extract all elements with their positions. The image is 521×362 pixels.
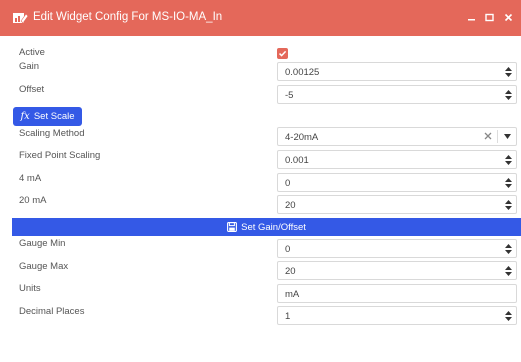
units-label: Units: [19, 283, 41, 294]
window-title: Edit Widget Config For MS-IO-MA_In: [33, 11, 223, 23]
spinner-icon[interactable]: [504, 198, 513, 212]
offset-input[interactable]: -5: [277, 85, 517, 104]
gauge-max-label: Gauge Max: [19, 261, 69, 272]
maximize-icon[interactable]: [481, 9, 497, 25]
scaling-method-label: Scaling Method: [19, 128, 85, 139]
fixed-point-scaling-label: Fixed Point Scaling: [19, 150, 101, 161]
decimal-places-value: 1: [285, 311, 291, 322]
spinner-icon[interactable]: [504, 176, 513, 190]
spinner-icon[interactable]: [504, 309, 513, 323]
spinner-icon[interactable]: [504, 153, 513, 167]
scaling-method-select[interactable]: 4-20mA: [277, 127, 517, 146]
function-icon: fx: [20, 111, 30, 122]
gauge-max-input[interactable]: 20: [277, 261, 517, 280]
ma4-value: 0: [285, 178, 291, 189]
decimal-places-input[interactable]: 1: [277, 306, 517, 325]
gauge-min-input[interactable]: 0: [277, 239, 517, 258]
clear-icon[interactable]: [483, 131, 493, 141]
close-icon[interactable]: [500, 9, 516, 25]
ma4-input[interactable]: 0: [277, 173, 517, 192]
spinner-icon[interactable]: [504, 65, 513, 79]
set-gain-offset-label: Set Gain/Offset: [241, 221, 306, 233]
gauge-min-value: 0: [285, 244, 291, 255]
offset-value: -5: [285, 90, 294, 101]
gain-input[interactable]: 0.00125: [277, 62, 517, 81]
set-scale-button[interactable]: fx Set Scale: [13, 107, 82, 126]
set-scale-label: Set Scale: [33, 111, 75, 122]
ma20-label: 20 mA: [19, 195, 47, 206]
ma20-value: 20: [285, 200, 296, 211]
ma4-label: 4 mA: [19, 173, 42, 184]
active-label: Active: [19, 47, 45, 58]
fixed-point-scaling-input[interactable]: 0.001: [277, 150, 517, 169]
gauge-max-value: 20: [285, 266, 296, 277]
gain-label: Gain: [19, 61, 40, 72]
ma20-input[interactable]: 20: [277, 195, 517, 214]
spinner-icon[interactable]: [504, 264, 513, 278]
decimal-places-label: Decimal Places: [19, 306, 85, 317]
fixed-point-scaling-value: 0.001: [285, 155, 309, 166]
minimize-icon[interactable]: [463, 9, 479, 25]
chevron-down-icon[interactable]: [504, 134, 511, 139]
gauge-min-label: Gauge Min: [19, 238, 66, 249]
units-input[interactable]: mA: [277, 284, 517, 303]
set-gain-offset-button[interactable]: Set Gain/Offset: [12, 218, 521, 236]
units-value: mA: [285, 289, 300, 300]
gain-value: 0.00125: [285, 67, 320, 78]
chart-widget-icon: [13, 13, 28, 24]
select-divider: [497, 130, 498, 143]
save-icon: [227, 222, 238, 232]
offset-label: Offset: [19, 84, 45, 95]
scaling-method-value: 4-20mA: [285, 132, 319, 143]
window-titlebar: Edit Widget Config For MS-IO-MA_In: [0, 0, 521, 36]
active-checkbox[interactable]: [277, 48, 288, 59]
check-icon: [278, 50, 287, 57]
spinner-icon[interactable]: [504, 88, 513, 102]
spinner-icon[interactable]: [504, 242, 513, 256]
